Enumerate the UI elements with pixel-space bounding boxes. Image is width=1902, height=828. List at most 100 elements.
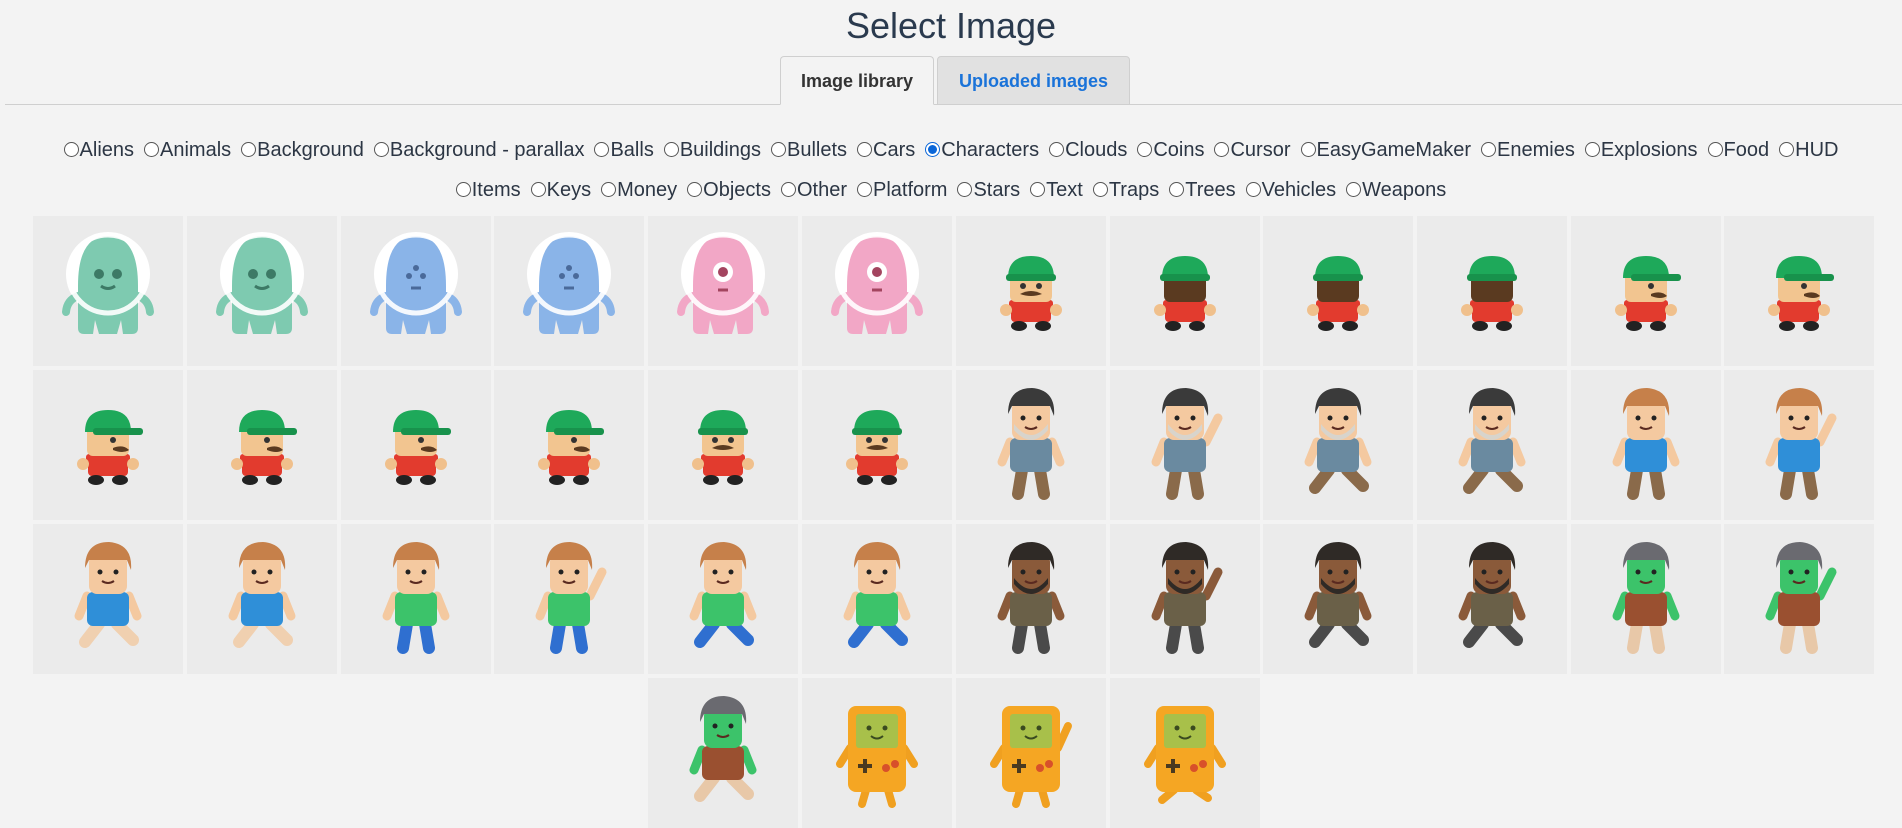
image-tile-plumber[interactable]	[341, 370, 491, 520]
image-tile-person[interactable]	[648, 678, 798, 828]
category-radio[interactable]	[925, 142, 941, 157]
image-tile-person[interactable]	[494, 524, 644, 674]
category-option-buildings[interactable]: Buildings	[663, 137, 761, 163]
image-tile-plumber[interactable]	[1110, 216, 1260, 366]
image-tile-person[interactable]	[956, 524, 1106, 674]
category-option-coins[interactable]: Coins	[1137, 137, 1204, 163]
category-radio[interactable]	[780, 182, 796, 197]
image-tile-alien[interactable]	[341, 216, 491, 366]
category-option-aliens[interactable]: Aliens	[63, 137, 134, 163]
category-radio[interactable]	[1346, 182, 1362, 197]
category-option-money[interactable]: Money	[601, 177, 677, 203]
category-radio[interactable]	[1245, 182, 1261, 197]
image-tile-person[interactable]	[341, 524, 491, 674]
image-tile-alien[interactable]	[494, 216, 644, 366]
image-tile-plumber[interactable]	[956, 216, 1106, 366]
image-tile-gameboy[interactable]	[802, 678, 952, 828]
image-tile-plumber[interactable]	[1417, 216, 1567, 366]
category-option-cursor[interactable]: Cursor	[1214, 137, 1291, 163]
category-option-background[interactable]: Background	[241, 137, 364, 163]
category-option-food[interactable]: Food	[1707, 137, 1769, 163]
category-option-weapons[interactable]: Weapons	[1346, 177, 1446, 203]
category-radio[interactable]	[241, 142, 257, 157]
category-radio[interactable]	[1779, 142, 1795, 157]
category-option-clouds[interactable]: Clouds	[1049, 137, 1127, 163]
category-option-characters[interactable]: Characters	[925, 137, 1039, 163]
category-option-vehicles[interactable]: Vehicles	[1245, 177, 1336, 203]
category-option-balls[interactable]: Balls	[594, 137, 654, 163]
image-tile-gameboy[interactable]	[956, 678, 1106, 828]
category-radio[interactable]	[957, 182, 973, 197]
image-tile-person[interactable]	[33, 524, 183, 674]
category-option-traps[interactable]: Traps	[1092, 177, 1159, 203]
category-option-enemies[interactable]: Enemies	[1481, 137, 1575, 163]
category-option-objects[interactable]: Objects	[687, 177, 771, 203]
category-option-hud[interactable]: HUD	[1779, 137, 1838, 163]
category-radio[interactable]	[1481, 142, 1496, 157]
category-radio[interactable]	[530, 182, 546, 197]
image-tile-person[interactable]	[1571, 370, 1721, 520]
image-tile-person[interactable]	[1263, 370, 1413, 520]
category-radio[interactable]	[455, 182, 471, 197]
category-radio[interactable]	[687, 182, 703, 197]
category-radio[interactable]	[1214, 142, 1230, 157]
category-radio[interactable]	[373, 142, 389, 157]
image-tile-person[interactable]	[1724, 524, 1874, 674]
image-tile-alien[interactable]	[802, 216, 952, 366]
image-tile-person[interactable]	[1724, 370, 1874, 520]
image-tile-plumber[interactable]	[1571, 216, 1721, 366]
image-tile-plumber[interactable]	[187, 370, 337, 520]
image-tile-plumber[interactable]	[1263, 216, 1413, 366]
category-option-other[interactable]: Other	[780, 177, 847, 203]
image-tile-person[interactable]	[802, 524, 952, 674]
category-radio[interactable]	[144, 142, 160, 157]
image-tile-plumber[interactable]	[648, 370, 798, 520]
category-radio[interactable]	[594, 142, 610, 157]
category-radio[interactable]	[601, 182, 617, 197]
tab-uploaded-images[interactable]: Uploaded images	[937, 56, 1130, 105]
image-tile-plumber[interactable]	[33, 370, 183, 520]
image-tile-person[interactable]	[1417, 370, 1567, 520]
category-option-platform[interactable]: Platform	[856, 177, 947, 203]
category-option-stars[interactable]: Stars	[957, 177, 1020, 203]
category-radio[interactable]	[1584, 142, 1600, 157]
category-radio[interactable]	[1169, 182, 1185, 197]
category-radio[interactable]	[856, 182, 872, 197]
category-option-cars[interactable]: Cars	[857, 137, 915, 163]
category-radio[interactable]	[1030, 182, 1046, 197]
image-tile-person[interactable]	[1571, 524, 1721, 674]
category-option-keys[interactable]: Keys	[530, 177, 591, 203]
image-tile-plumber[interactable]	[802, 370, 952, 520]
image-tile-person[interactable]	[1263, 524, 1413, 674]
category-option-background-parallax[interactable]: Background - parallax	[373, 137, 584, 163]
image-tile-person[interactable]	[1417, 524, 1567, 674]
category-radio[interactable]	[771, 142, 786, 157]
category-option-items[interactable]: Items	[455, 177, 521, 203]
category-radio[interactable]	[1049, 142, 1065, 157]
category-radio[interactable]	[1300, 142, 1316, 157]
category-option-explosions[interactable]: Explosions	[1584, 137, 1698, 163]
tab-image-library[interactable]: Image library	[780, 56, 934, 105]
category-option-bullets[interactable]: Bullets	[771, 137, 847, 163]
category-radio[interactable]	[663, 142, 679, 157]
category-option-easygamemaker[interactable]: EasyGameMaker	[1300, 137, 1471, 163]
category-option-text[interactable]: Text	[1030, 177, 1083, 203]
image-tile-person[interactable]	[956, 370, 1106, 520]
image-tile-person[interactable]	[1110, 524, 1260, 674]
image-tile-person[interactable]	[1110, 370, 1260, 520]
image-tile-alien[interactable]	[33, 216, 183, 366]
category-radio[interactable]	[857, 142, 873, 157]
image-tile-person[interactable]	[648, 524, 798, 674]
image-tile-plumber[interactable]	[1724, 216, 1874, 366]
category-radio[interactable]	[1707, 142, 1723, 157]
category-option-trees[interactable]: Trees	[1169, 177, 1236, 203]
image-tile-plumber[interactable]	[494, 370, 644, 520]
image-tile-person[interactable]	[187, 524, 337, 674]
category-option-animals[interactable]: Animals	[144, 137, 231, 163]
image-tile-alien[interactable]	[648, 216, 798, 366]
category-radio[interactable]	[1092, 182, 1108, 197]
category-radio[interactable]	[63, 142, 79, 157]
image-tile-alien[interactable]	[187, 216, 337, 366]
category-radio[interactable]	[1137, 142, 1153, 157]
image-tile-gameboy[interactable]	[1110, 678, 1260, 828]
